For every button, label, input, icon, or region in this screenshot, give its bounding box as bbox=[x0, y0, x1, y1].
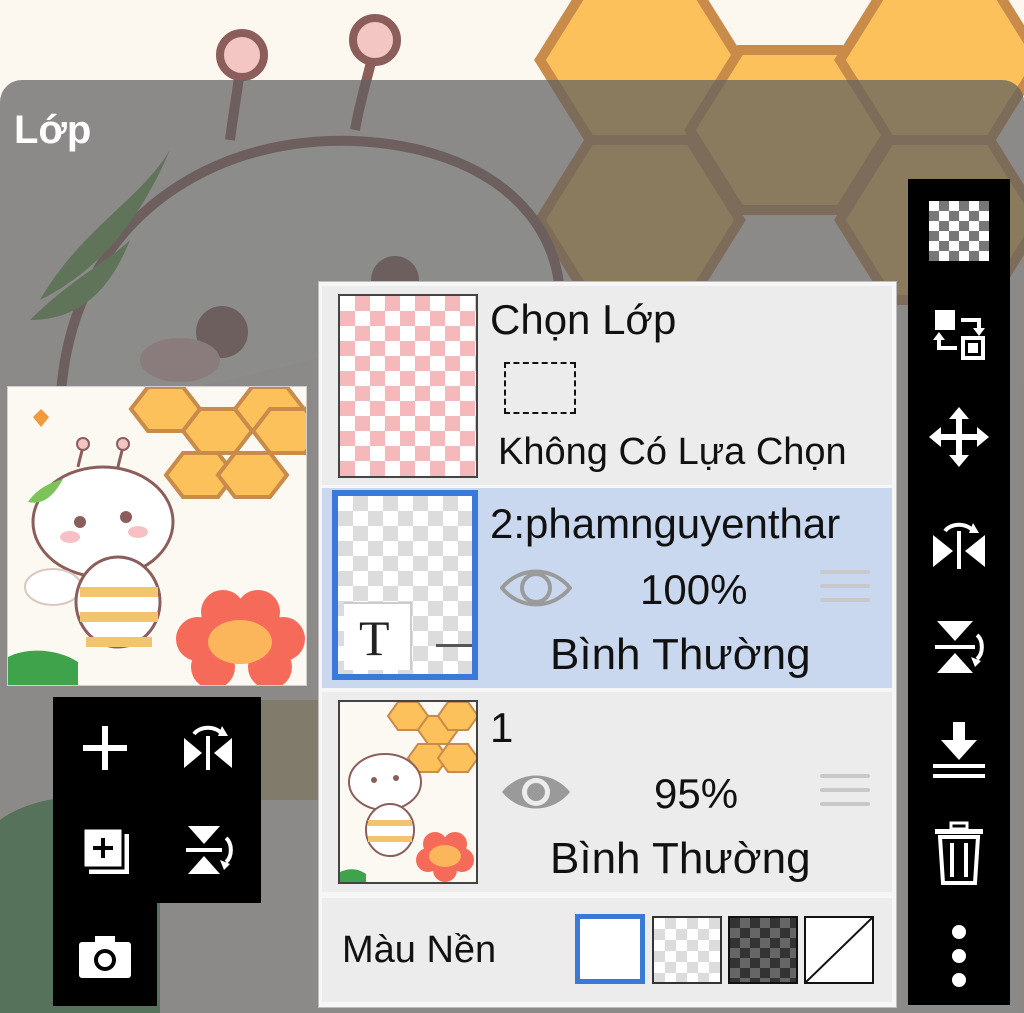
flip-vertical-layer-button[interactable] bbox=[170, 812, 246, 888]
layer-1-thumbnail-image bbox=[340, 702, 476, 882]
eye-icon bbox=[499, 569, 573, 607]
duplicate-layer-button[interactable] bbox=[67, 812, 143, 888]
merge-down-icon bbox=[933, 722, 985, 778]
selection-status: Không Có Lựa Chọn bbox=[498, 431, 847, 473]
layers-panel: Chọn Lớp Không Có Lựa Chọn T 2:phamnguye… bbox=[318, 281, 897, 1008]
merge-down-button[interactable] bbox=[921, 712, 997, 788]
selection-thumbnail bbox=[338, 294, 478, 478]
flip-horizontal-button[interactable] bbox=[921, 505, 997, 581]
canvas-preview[interactable] bbox=[7, 386, 307, 686]
camera-import-button[interactable] bbox=[67, 918, 143, 994]
layer-row[interactable]: T 2:phamnguyenthar 100% Bình Thường bbox=[322, 488, 892, 688]
layer-name: 2:phamnguyenthar bbox=[490, 500, 841, 547]
panel-title: Lớp bbox=[14, 108, 92, 152]
flip-vertical-button[interactable] bbox=[921, 609, 997, 685]
camera-icon bbox=[79, 936, 131, 978]
more-vertical-icon bbox=[952, 925, 966, 987]
more-options-button[interactable] bbox=[921, 918, 997, 994]
layer-blend-mode[interactable]: Bình Thường bbox=[550, 630, 811, 680]
no-background-icon bbox=[805, 917, 873, 983]
selection-title: Chọn Lớp bbox=[490, 296, 677, 343]
add-icon bbox=[83, 726, 127, 770]
delete-layer-button[interactable] bbox=[921, 815, 997, 891]
flip-vertical-icon bbox=[935, 621, 984, 673]
background-none-option[interactable] bbox=[804, 916, 874, 984]
layer-blend-mode[interactable]: Bình Thường bbox=[550, 834, 811, 884]
swap-layers-button[interactable] bbox=[921, 296, 997, 372]
text-layer-badge: T bbox=[344, 602, 412, 670]
layer-thumbnail: T bbox=[332, 490, 478, 680]
selection-layer-row[interactable]: Chọn Lớp Không Có Lựa Chọn bbox=[322, 286, 892, 485]
swap-layers-icon bbox=[933, 310, 985, 360]
background-color-row: Màu Nền bbox=[322, 898, 892, 1002]
text-t-icon: T bbox=[359, 613, 390, 661]
background-white-option[interactable] bbox=[575, 914, 645, 984]
preview-image bbox=[8, 387, 306, 685]
drag-handle-icon[interactable] bbox=[820, 768, 870, 816]
layer-row[interactable]: 1 95% Bình Thường bbox=[322, 692, 892, 892]
visibility-toggle[interactable] bbox=[499, 564, 573, 612]
transparency-lock-button[interactable] bbox=[921, 193, 997, 269]
svg-text:T: T bbox=[359, 613, 390, 661]
add-copy-icon bbox=[81, 826, 129, 874]
layer-name: 1 bbox=[490, 704, 514, 751]
move-layer-button[interactable] bbox=[921, 399, 997, 475]
transparency-checker-icon bbox=[929, 201, 989, 261]
eye-icon bbox=[502, 775, 570, 809]
drag-handle-icon[interactable] bbox=[820, 564, 870, 612]
flip-horizontal-icon bbox=[184, 725, 232, 770]
background-transparent-option[interactable] bbox=[652, 916, 722, 984]
layer-thumbnail bbox=[338, 700, 478, 884]
selection-marquee-icon bbox=[504, 362, 576, 414]
flip-horizontal-layer-button[interactable] bbox=[170, 710, 246, 786]
background-label: Màu Nền bbox=[342, 929, 497, 971]
move-icon bbox=[929, 407, 989, 467]
layer-opacity: 100% bbox=[640, 566, 748, 613]
layer-opacity: 95% bbox=[654, 770, 739, 817]
flip-vertical-icon bbox=[186, 826, 233, 874]
background-dark-option[interactable] bbox=[728, 916, 798, 984]
flip-horizontal-icon bbox=[933, 522, 985, 569]
trash-icon bbox=[935, 821, 983, 885]
add-layer-button[interactable] bbox=[67, 710, 143, 786]
visibility-toggle[interactable] bbox=[500, 768, 572, 816]
text-preview-mark bbox=[436, 644, 472, 647]
